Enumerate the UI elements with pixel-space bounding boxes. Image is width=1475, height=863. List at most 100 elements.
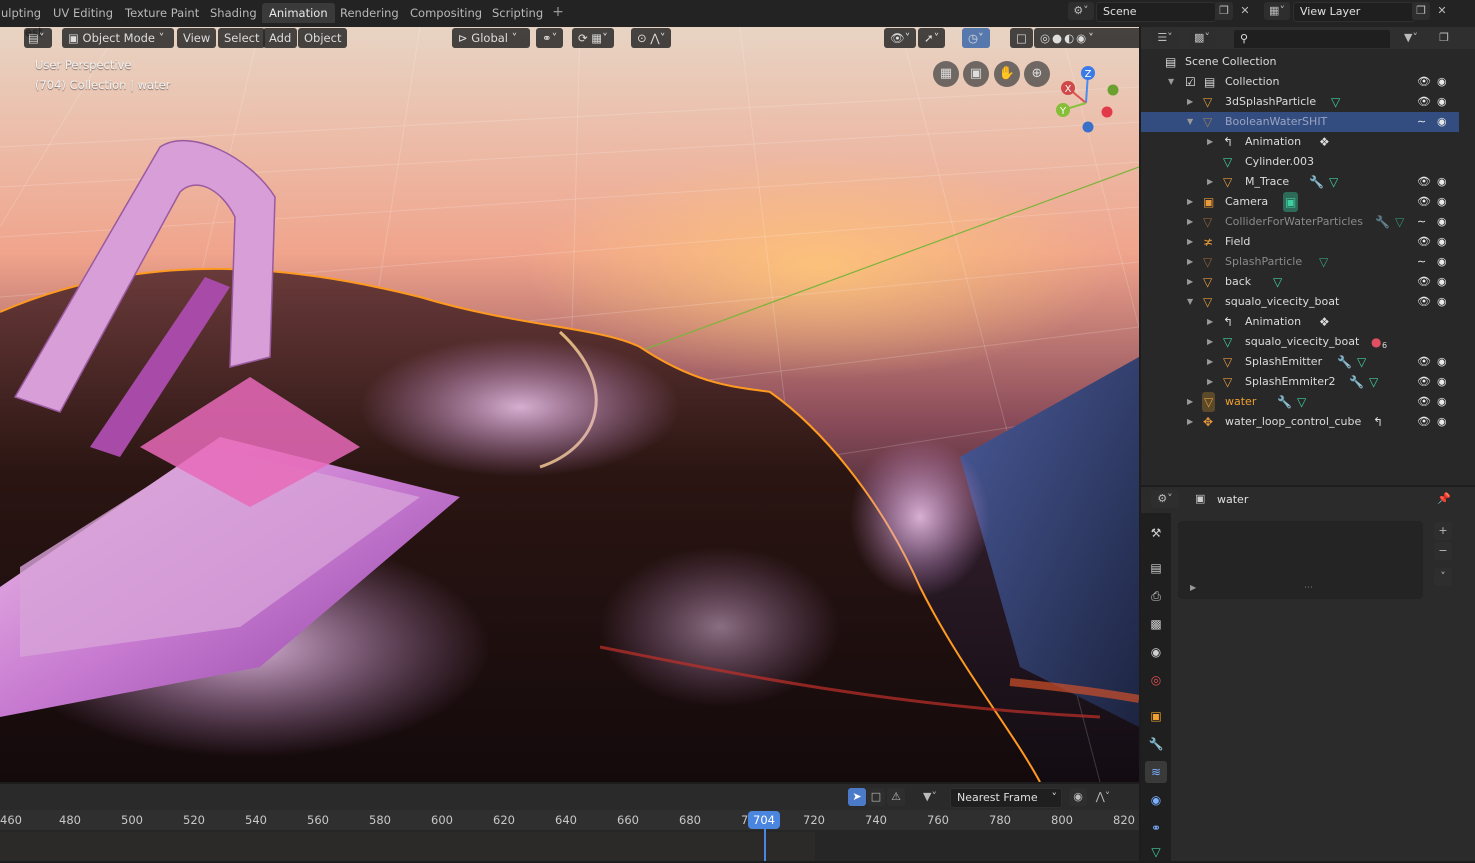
expand-arrow-icon[interactable]: ▶ <box>1187 212 1193 232</box>
camera-render-icon[interactable]: ◉ <box>1437 412 1447 432</box>
new-collection-icon[interactable]: ❐ <box>1435 29 1453 47</box>
box-select-icon[interactable]: □ <box>867 788 885 806</box>
pan-hand-icon[interactable]: ✋ <box>994 61 1020 87</box>
outliner-row-splashemitter[interactable]: ▶ ▽ SplashEmitter 🔧 ▽ 👁 ◉ <box>1141 352 1461 372</box>
xray-icon[interactable]: □ <box>1010 28 1033 48</box>
toggle-view-icon[interactable]: ▦ <box>933 61 959 87</box>
data-tab-icon[interactable]: ▽ <box>1145 841 1167 863</box>
new-scene-icon[interactable]: ❐ <box>1215 2 1233 20</box>
checkbox-icon[interactable]: ☑ <box>1185 72 1196 92</box>
3d-viewport[interactable]: est ▤˅ ▣ Object Mode ˅ View Select Add O… <box>0 27 1139 782</box>
camera-render-icon[interactable]: ◉ <box>1437 72 1447 92</box>
eye-closed-icon[interactable]: ∼ <box>1417 252 1426 272</box>
camera-render-icon[interactable]: ◉ <box>1437 272 1447 292</box>
playhead-line[interactable] <box>764 828 766 861</box>
camera-render-icon[interactable]: ◉ <box>1437 112 1447 132</box>
expand-arrow-icon[interactable]: ▶ <box>1187 272 1193 292</box>
eye-closed-icon[interactable]: ∼ <box>1417 112 1426 132</box>
view-layer-name-field[interactable]: View Layer <box>1293 2 1415 22</box>
transform-orientation-dropdown[interactable]: ⊳ Global ˅ <box>452 28 530 48</box>
eye-icon[interactable]: 👁 <box>1417 192 1431 212</box>
collapse-arrow-icon[interactable]: ▼ <box>1187 112 1193 132</box>
shading-modes[interactable]: ◎●◐◉˅ <box>1034 28 1139 48</box>
proportional-edit-icon[interactable]: ◉ <box>1069 788 1087 806</box>
view-layer-browse-icon[interactable]: ▦˅ <box>1264 2 1290 20</box>
render-tab-icon[interactable]: ▤ <box>1145 557 1167 579</box>
menu-view[interactable]: View <box>177 28 217 48</box>
collapse-arrow-icon[interactable]: ▼ <box>1168 72 1174 92</box>
expand-arrow-icon[interactable]: ▶ <box>1187 92 1193 112</box>
timeline-area[interactable]: 460 480 500 520 540 560 580 600 620 640 … <box>0 810 1139 861</box>
tab-uv-editing[interactable]: UV Editing <box>46 3 120 23</box>
outliner-row-animation-2[interactable]: ▶ ↰ Animation ❖ <box>1141 312 1461 332</box>
menu-object[interactable]: Object <box>298 28 348 48</box>
camera-render-icon[interactable]: ◉ <box>1437 352 1447 372</box>
expand-arrow-icon[interactable]: ▶ <box>1207 172 1213 192</box>
tool-tab-icon[interactable]: ⚒ <box>1145 522 1167 544</box>
camera-render-icon[interactable]: ◉ <box>1437 252 1447 272</box>
add-workspace-button[interactable]: + <box>549 4 567 22</box>
eye-icon[interactable]: 👁 <box>1417 292 1431 312</box>
eye-icon[interactable]: 👁 <box>1417 392 1431 412</box>
eye-closed-icon[interactable]: ∼ <box>1417 212 1426 232</box>
camera-render-icon[interactable]: ◉ <box>1437 92 1447 112</box>
outliner-row-splashparticle[interactable]: ▶ ▽ SplashParticle ▽ ∼ ◉ <box>1141 252 1461 272</box>
tab-compositing[interactable]: Compositing <box>403 3 489 23</box>
tab-texture-paint[interactable]: Texture Paint <box>118 3 206 23</box>
eye-icon[interactable]: 👁 <box>1417 352 1431 372</box>
expand-arrow-icon[interactable]: ▶ <box>1207 312 1213 332</box>
world-tab-icon[interactable]: ◎ <box>1145 669 1167 691</box>
camera-view-icon[interactable]: ▣ <box>963 61 989 87</box>
eye-icon[interactable]: 👁 <box>1417 92 1431 112</box>
snap-toggle-icon[interactable]: ⟳ ▦˅ <box>572 28 614 48</box>
outliner-row-3dsplashparticle[interactable]: ▶ ▽ 3dSplashParticle ▽ 👁 ◉ <box>1141 92 1461 112</box>
expand-arrow-icon[interactable]: ▶ <box>1207 132 1213 152</box>
specials-dropdown-icon[interactable]: ˅ <box>1434 568 1452 586</box>
outliner-row-squalo-mesh-data[interactable]: ▶ ▽ squalo_vicecity_boat ● 6 <box>1141 332 1461 352</box>
visibility-icon[interactable]: 👁˅ <box>884 28 917 48</box>
current-frame-indicator[interactable]: 704 <box>748 811 780 829</box>
delete-scene-icon[interactable]: ✕ <box>1236 2 1254 20</box>
resize-handle-icon[interactable]: ⋯ <box>1304 583 1313 593</box>
eye-icon[interactable]: 👁 <box>1417 172 1431 192</box>
expand-arrow-icon[interactable]: ▶ <box>1187 232 1193 252</box>
expand-arrow-icon[interactable]: ▶ <box>1187 412 1193 432</box>
outliner-row-cylinder003[interactable]: ▽ Cylinder.003 <box>1141 152 1461 172</box>
outliner-row-collection[interactable]: ▼ ☑ ▤ Collection 👁 ◉ <box>1141 72 1461 92</box>
display-mode-icon[interactable]: ▩˅ <box>1188 29 1216 47</box>
outliner-row-water[interactable]: ▶ ▽ water 🔧 ▽ 👁 ◉ <box>1141 392 1461 412</box>
camera-render-icon[interactable]: ◉ <box>1437 172 1447 192</box>
tab-shading[interactable]: Shading <box>203 3 264 23</box>
outliner-row-m-trace[interactable]: ▶ ▽ M_Trace 🔧 ▽ 👁 ◉ <box>1141 172 1461 192</box>
tab-sculpting[interactable]: ulpting <box>0 3 48 23</box>
outliner-row-camera[interactable]: ▶ ▣ Camera ▣ 👁 ◉ <box>1141 192 1461 212</box>
zoom-icon[interactable]: ⊕ <box>1024 61 1050 87</box>
modifier-tab-icon[interactable]: 🔧 <box>1145 733 1167 755</box>
eye-icon[interactable]: 👁 <box>1417 272 1431 292</box>
expand-arrow-icon[interactable]: ▶ <box>1207 372 1213 392</box>
outliner-row-animation[interactable]: ▶ ↰ Animation ❖ <box>1141 132 1461 152</box>
select-tool-icon[interactable]: ➤ <box>848 788 866 806</box>
warning-icon[interactable]: ⚠ <box>887 788 905 806</box>
expand-arrow-icon[interactable]: ▶ <box>1187 192 1193 212</box>
expand-arrow-icon[interactable]: ▶ <box>1207 352 1213 372</box>
outliner-row-back[interactable]: ▶ ▽ back ▽ 👁 ◉ <box>1141 272 1461 292</box>
editor-type-icon[interactable]: ⚙˅ <box>1151 490 1179 508</box>
camera-render-icon[interactable]: ◉ <box>1437 232 1447 252</box>
gizmo-toggle-icon[interactable]: ➚˅ <box>918 28 946 48</box>
outliner-row-booleanwatershit[interactable]: ▼ ▽ BooleanWaterSHIT ∼ ◉ <box>1141 112 1459 132</box>
editor-type-icon[interactable]: ☰˅ <box>1151 29 1179 47</box>
outliner-row-colliderforwaterparticles[interactable]: ▶ ▽ ColliderForWaterParticles 🔧 ▽ ∼ ◉ <box>1141 212 1461 232</box>
view-layer-tab-icon[interactable]: ▩ <box>1145 613 1167 635</box>
output-tab-icon[interactable]: ⎙ <box>1145 585 1167 607</box>
eye-icon[interactable]: 👁 <box>1417 372 1431 392</box>
pivot-point-icon[interactable]: ⚭˅ <box>536 28 564 48</box>
outliner-search-input[interactable]: ⚲ <box>1233 29 1391 49</box>
outliner-row-field[interactable]: ▶ ≭ Field 👁 ◉ <box>1141 232 1461 252</box>
tab-rendering[interactable]: Rendering <box>333 3 406 23</box>
outliner-row-water-loop-control-cube[interactable]: ▶ ✥ water_loop_control_cube ↰ 👁 ◉ <box>1141 412 1461 432</box>
expand-arrow-icon[interactable]: ▶ <box>1187 392 1193 412</box>
tab-animation[interactable]: Animation <box>262 3 335 23</box>
eye-icon[interactable]: 👁 <box>1417 412 1431 432</box>
camera-render-icon[interactable]: ◉ <box>1437 392 1447 412</box>
